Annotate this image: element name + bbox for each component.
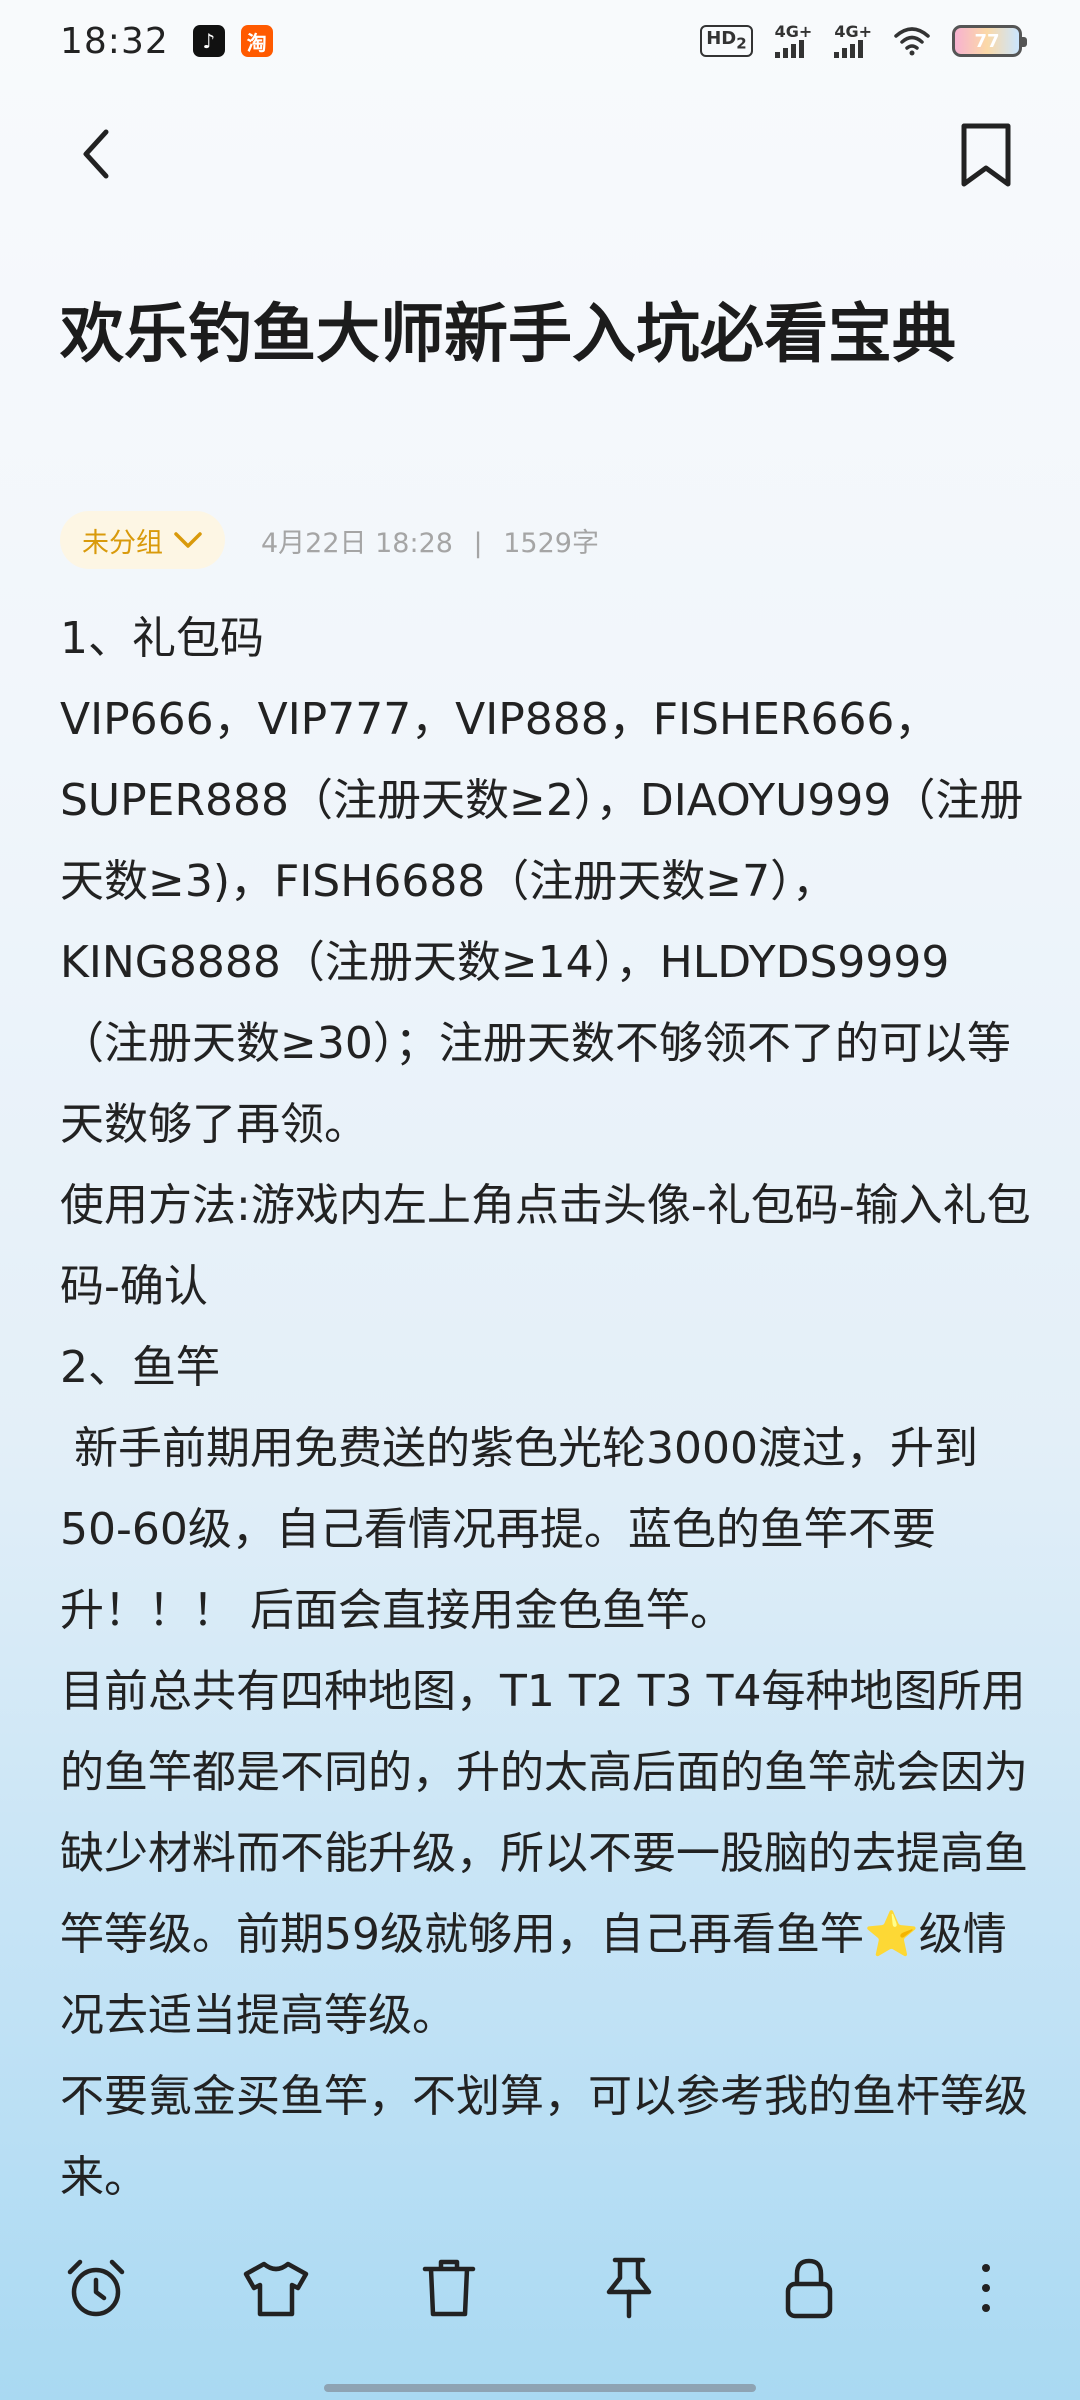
network-label-2: 4G+ (834, 22, 872, 41)
status-indicators: HD2 4G+ 4G+ 77 (700, 22, 1027, 58)
note-meta: 未分组 4月22日 18:28 | 1529字 (60, 510, 599, 570)
network-label-1: 4G+ (774, 22, 813, 41)
hd-sub: 2 (736, 34, 747, 53)
pin-icon (606, 2257, 652, 2319)
hd-label: HD (706, 27, 737, 49)
note-paragraph: 不要氪金买鱼竿，不划算，可以参考我的鱼杆等级来。 (60, 2071, 1028, 2203)
status-time: 18:32 (60, 20, 169, 62)
theme-button[interactable] (240, 2252, 312, 2324)
meta-info: 4月22日 18:28 | 1529字 (261, 521, 599, 560)
chevron-left-icon (83, 129, 109, 179)
pin-button[interactable] (593, 2252, 665, 2324)
hd-icon: HD2 (700, 24, 753, 58)
group-label: 未分组 (82, 527, 163, 559)
note-paragraph: 2、鱼竿 (60, 1342, 220, 1393)
meta-separator: | (473, 527, 483, 559)
bottom-toolbar (0, 2232, 1080, 2342)
note-paragraph: VIP666，VIP777，VIP888，FISHER666，SUPER888（… (60, 694, 1024, 1150)
shirt-icon (243, 2261, 309, 2317)
alarm-clock-icon (67, 2259, 125, 2317)
lock-button[interactable] (773, 2252, 845, 2324)
note-body[interactable]: 1、礼包码 VIP666，VIP777，VIP888，FISHER666，SUP… (60, 598, 1035, 2218)
note-date: 4月22日 18:28 (261, 527, 453, 559)
chevron-down-icon (174, 532, 202, 548)
delete-button[interactable] (413, 2252, 485, 2324)
more-vertical-icon (982, 2264, 990, 2312)
more-button[interactable] (950, 2252, 1022, 2324)
signal-icon-2: 4G+ (834, 24, 872, 58)
home-indicator[interactable] (324, 2384, 756, 2392)
reminder-button[interactable] (60, 2252, 132, 2324)
nav-bar (0, 110, 1080, 200)
note-paragraph: 使用方法:游戏内左上角点击头像-礼包码-输入礼包码-确认 (60, 1180, 1031, 1312)
taobao-icon: 淘 (240, 25, 273, 57)
wifi-icon (894, 27, 930, 56)
battery-level: 77 (974, 30, 1000, 52)
lock-icon (785, 2258, 833, 2319)
signal-icon-1: 4G+ (774, 22, 813, 58)
status-app-icons: ♪ 淘 (192, 25, 273, 57)
note-paragraph: 1、礼包码 (60, 613, 264, 664)
status-bar: 18:32 ♪ 淘 HD2 4G+ 4G+ 77 (0, 0, 1080, 82)
battery-icon: 77 (952, 25, 1027, 57)
trash-icon (422, 2259, 476, 2317)
bookmark-icon (961, 123, 1011, 187)
word-count: 1529字 (503, 527, 599, 559)
back-button[interactable] (68, 124, 128, 184)
bookmark-button[interactable] (954, 120, 1018, 190)
tiktok-icon: ♪ (192, 25, 225, 57)
note-paragraph: 新手前期用免费送的紫色光轮3000渡过，升到50-60级，自己看情况再提。蓝色的… (60, 1423, 978, 1636)
note-title[interactable]: 欢乐钓鱼大师新手入坑必看宝典 (60, 290, 1020, 380)
group-selector[interactable]: 未分组 (60, 511, 225, 569)
note-paragraph: 目前总共有四种地图，T1 T2 T3 T4每种地图所用的鱼竿都是不同的，升的太高… (60, 1666, 1028, 2041)
